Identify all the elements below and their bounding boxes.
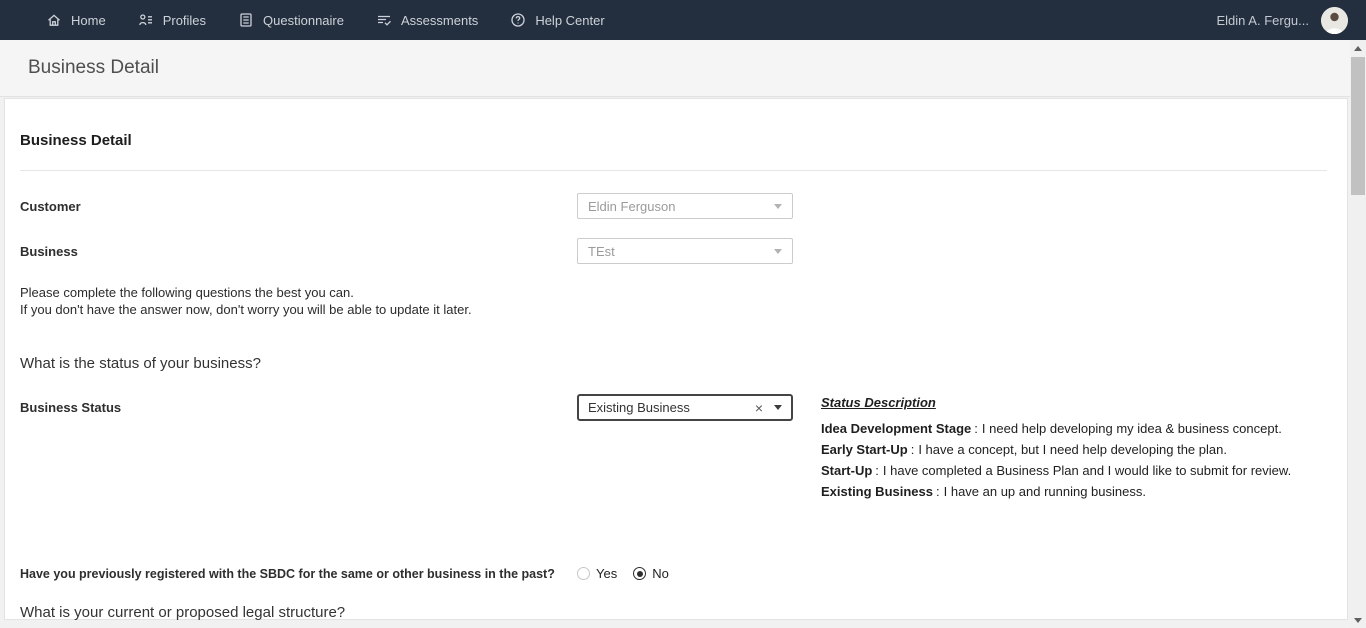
status-section-heading: What is the status of your business?	[20, 355, 261, 372]
nav-item-label: Home	[71, 12, 106, 28]
user-avatar[interactable]	[1321, 6, 1348, 34]
help-icon	[510, 12, 526, 28]
user-menu[interactable]: Eldin A. Fergu...	[1216, 6, 1366, 34]
nav-item-label: Help Center	[535, 12, 605, 28]
nav-item-home[interactable]: Home	[30, 0, 122, 40]
nav-item-label: Questionnaire	[263, 12, 344, 28]
vertical-scrollbar[interactable]	[1350, 40, 1366, 628]
scroll-down-arrow-icon[interactable]	[1350, 612, 1366, 628]
business-status-label: Business Status	[20, 400, 122, 415]
status-description-panel: Status Description Idea Development Stag…	[821, 394, 1291, 506]
clear-icon[interactable]: ×	[755, 401, 763, 415]
customer-select-value: Eldin Ferguson	[588, 198, 676, 214]
status-description-item: Idea Development Stage: I need help devel…	[821, 421, 1282, 436]
nav-item-questionnaire[interactable]: Questionnaire	[222, 0, 360, 40]
assessments-icon	[376, 12, 392, 28]
questionnaire-icon	[238, 12, 254, 28]
business-label: Business	[20, 243, 78, 259]
business-select-value: TEst	[588, 243, 615, 259]
scrollbar-thumb[interactable]	[1351, 57, 1365, 195]
radio-option-no[interactable]: No	[633, 566, 669, 581]
status-description-item: Existing Business: I have an up and runni…	[821, 484, 1146, 499]
radio-no-label: No	[652, 566, 669, 581]
legal-section-heading: What is your current or proposed legal s…	[20, 604, 346, 621]
business-row: Business TEst	[20, 238, 1327, 264]
intro-line-1: Please complete the following questions …	[20, 285, 354, 300]
profiles-icon	[138, 12, 154, 28]
nav-item-help-center[interactable]: Help Center	[494, 0, 620, 40]
business-status-value: Existing Business	[588, 400, 690, 415]
customer-label: Customer	[20, 198, 81, 214]
sbdc-radio-group: Yes No	[577, 566, 669, 581]
business-select[interactable]: TEst	[577, 238, 793, 264]
heading-divider	[20, 170, 1327, 171]
user-name: Eldin A. Fergu...	[1216, 12, 1310, 28]
chevron-down-icon[interactable]	[774, 405, 782, 410]
status-description-item: Early Start-Up: I have a concept, but I n…	[821, 442, 1227, 457]
nav-item-label: Assessments	[401, 12, 479, 28]
intro-line-2: If you don't have the answer now, don't …	[20, 302, 472, 317]
card-heading: Business Detail	[20, 132, 132, 149]
top-navbar: Home Profiles Questionnaire Assessments …	[0, 0, 1366, 40]
business-status-row: Business Status Existing Business × Stat…	[20, 394, 1327, 506]
page-title-bar: Business Detail	[0, 40, 1350, 97]
radio-yes-label: Yes	[596, 566, 618, 581]
chevron-down-icon	[774, 248, 782, 254]
intro-text: Please complete the following questions …	[20, 284, 1327, 318]
nav-item-profiles[interactable]: Profiles	[122, 0, 222, 40]
customer-row: Customer Eldin Ferguson	[20, 193, 1327, 219]
page-bottom-strip	[0, 620, 1350, 628]
business-status-select[interactable]: Existing Business ×	[577, 394, 793, 421]
sbdc-question-row: Have you previously registered with the …	[20, 566, 1327, 581]
customer-select[interactable]: Eldin Ferguson	[577, 193, 793, 219]
nav-item-label: Profiles	[162, 12, 207, 28]
status-description-heading: Status Description	[821, 395, 936, 410]
sbdc-question: Have you previously registered with the …	[20, 566, 555, 581]
nav-item-assessments[interactable]: Assessments	[360, 0, 494, 40]
nav-items: Home Profiles Questionnaire Assessments …	[0, 0, 621, 40]
business-detail-card: Business Detail Customer Eldin Ferguson …	[4, 98, 1348, 621]
radio-yes-icon[interactable]	[577, 567, 590, 580]
page-title: Business Detail	[28, 57, 159, 78]
chevron-down-icon	[774, 203, 782, 209]
home-icon	[46, 12, 62, 28]
radio-option-yes[interactable]: Yes	[577, 566, 617, 581]
status-description-item: Start-Up: I have completed a Business Pla…	[821, 463, 1292, 478]
radio-no-icon[interactable]	[633, 567, 647, 580]
scroll-up-arrow-icon[interactable]	[1350, 40, 1366, 56]
